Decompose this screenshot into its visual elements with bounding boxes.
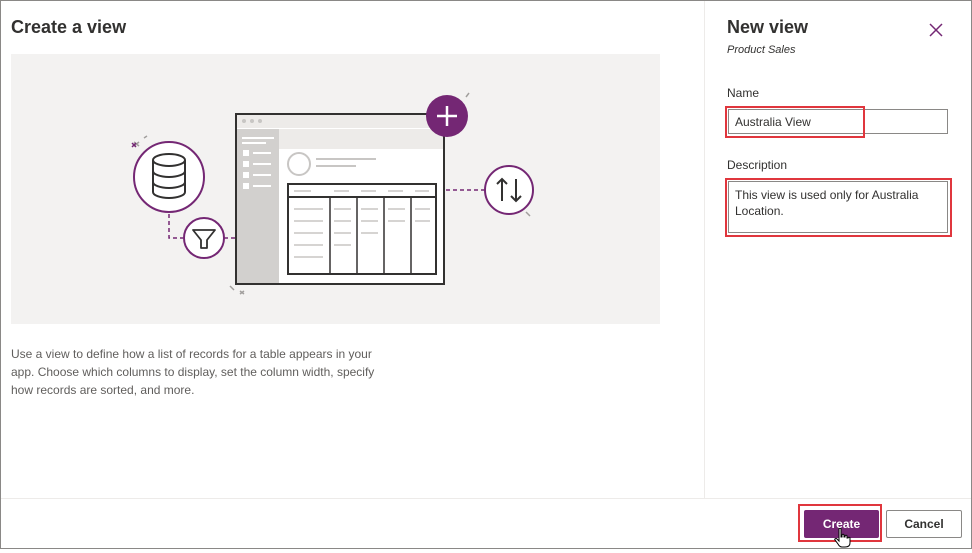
- footer-divider: [1, 498, 971, 499]
- sort-icon: [484, 165, 534, 215]
- name-input[interactable]: [728, 109, 948, 134]
- create-view-illustration: [11, 54, 660, 324]
- cancel-button[interactable]: Cancel: [886, 510, 962, 538]
- create-view-description: Use a view to define how a list of recor…: [11, 347, 375, 397]
- create-view-dialog: Create a view Use a view to define how a…: [0, 0, 972, 549]
- panel-title: New view: [727, 17, 809, 37]
- dialog-title: Create a view: [11, 17, 127, 37]
- close-button[interactable]: [925, 19, 947, 41]
- filter-icon: [183, 217, 225, 259]
- close-icon: [929, 23, 943, 37]
- description-label: Description: [727, 158, 788, 172]
- name-label: Name: [727, 86, 760, 100]
- add-icon: [426, 95, 468, 137]
- table-name: Product Sales: [727, 44, 796, 56]
- hand-cursor-icon: [833, 527, 851, 553]
- panel-divider: [704, 1, 705, 498]
- description-input[interactable]: This view is used only for Australia Loc…: [728, 181, 948, 233]
- app-window-graphic: [235, 113, 445, 285]
- database-icon: [133, 141, 205, 213]
